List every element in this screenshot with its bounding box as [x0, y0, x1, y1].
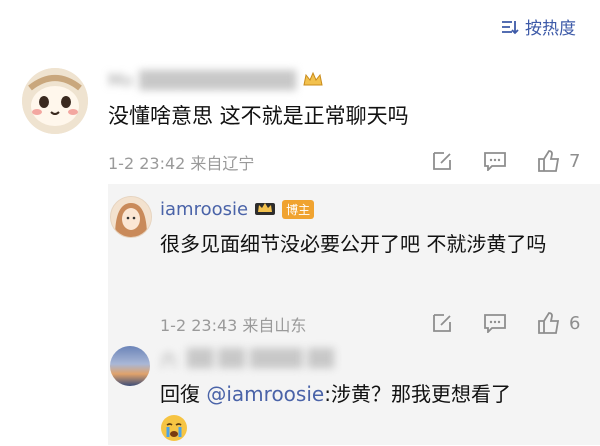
mention-link[interactable]: @iamroosie: [206, 382, 324, 406]
comment-icon: [484, 314, 506, 333]
crying-emoji-icon: [160, 414, 188, 442]
sort-label: 按热度: [525, 19, 576, 39]
like-count: 7: [569, 150, 581, 172]
reply-username[interactable]: 六 ██ ██ ████ ██: [160, 346, 334, 372]
avatar[interactable]: [110, 346, 150, 386]
thumbs-up-icon: [538, 312, 560, 334]
reply-text: 很多见面细节没必要公开了吧 不就涉黄了吗: [160, 232, 547, 256]
repost-button[interactable]: [431, 313, 453, 333]
avatar[interactable]: [110, 196, 152, 238]
like-count: 6: [569, 312, 581, 334]
crown-icon: [302, 70, 324, 92]
repost-icon: [433, 152, 451, 170]
comment-actions: 7: [431, 150, 580, 172]
comment-icon: [484, 152, 506, 171]
reply-button[interactable]: [483, 313, 507, 333]
comment-text: 没懂啥意思 这不就是正常聊天吗: [108, 104, 409, 128]
comment-meta: 1-2 23:42 来自辽宁: [108, 154, 255, 173]
author-badge: 博主: [282, 199, 315, 219]
vip-crown-icon: [254, 198, 276, 220]
reply-username[interactable]: iamroosie 博主: [160, 198, 315, 220]
comment-username[interactable]: Mo ████████████: [108, 70, 324, 92]
reply-actions: 6: [431, 312, 580, 334]
repost-button[interactable]: [431, 151, 453, 171]
reply-meta: 1-2 23:43 来自山东: [160, 316, 307, 335]
sort-icon: [501, 19, 519, 35]
sort-by-hot-button[interactable]: 按热度: [501, 14, 576, 39]
repost-icon: [433, 314, 451, 332]
reply-text: 回復 @iamroosie:涉黄？那我更想看了: [160, 382, 511, 406]
reply-button[interactable]: [483, 151, 507, 171]
avatar[interactable]: [22, 68, 88, 134]
like-button[interactable]: 7: [537, 150, 580, 172]
thumbs-up-icon: [538, 150, 560, 172]
like-button[interactable]: 6: [537, 312, 580, 334]
